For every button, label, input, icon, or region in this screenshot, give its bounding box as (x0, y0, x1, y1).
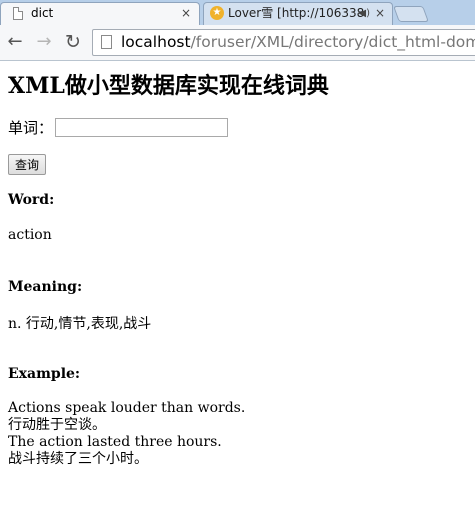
meaning-heading: Meaning: (8, 279, 83, 295)
example-line: 行动胜于空谈。 (8, 417, 106, 433)
page-title: XML做小型数据库实现在线词典 (8, 73, 329, 99)
word-search-row: 单词： (8, 117, 229, 138)
tab-strip: dict × ★ Lover雪 [http://106338 ◀) × (0, 0, 475, 25)
query-button[interactable]: 查询 (8, 154, 47, 175)
new-tab-button[interactable] (393, 6, 429, 22)
tab-title: Lover雪 [http://106338 (228, 6, 365, 20)
example-line: 战斗持续了三个小时。 (8, 451, 148, 467)
url-host: localhost (121, 33, 191, 51)
example-line: Actions speak louder than words. (8, 400, 246, 416)
reload-icon[interactable]: ↻ (62, 31, 84, 53)
word-input[interactable] (55, 118, 229, 137)
forward-icon[interactable]: → (33, 31, 55, 53)
page-icon (101, 35, 112, 49)
word-value: action (8, 227, 52, 243)
browser-chrome: dict × ★ Lover雪 [http://106338 ◀) × ← → … (0, 0, 475, 61)
star-icon: ★ (210, 6, 224, 20)
word-label: 单词： (8, 119, 54, 137)
close-icon[interactable]: × (181, 3, 191, 24)
tab-dict[interactable]: dict × (0, 2, 200, 25)
word-heading: Word: (8, 192, 55, 208)
example-line: The action lasted three hours. (8, 434, 222, 450)
page-icon (13, 7, 23, 20)
url-path: /foruser/XML/directory/dict_html-dom.php (190, 33, 475, 51)
example-heading: Example: (8, 366, 81, 382)
speaker-icon[interactable]: ◀) (358, 3, 370, 24)
tab-lover[interactable]: ★ Lover雪 [http://106338 ◀) × (203, 2, 393, 25)
toolbar: ← → ↻ localhost/foruser/XML/directory/di… (0, 25, 475, 61)
meaning-value: n. 行动,情节,表现,战斗 (8, 316, 152, 332)
close-icon[interactable]: × (375, 3, 385, 24)
address-bar[interactable]: localhost/foruser/XML/directory/dict_htm… (92, 29, 475, 56)
back-icon[interactable]: ← (4, 31, 26, 53)
tab-title: dict (31, 6, 54, 20)
example-list: Actions speak louder than words. 行动胜于空谈。… (8, 400, 245, 468)
